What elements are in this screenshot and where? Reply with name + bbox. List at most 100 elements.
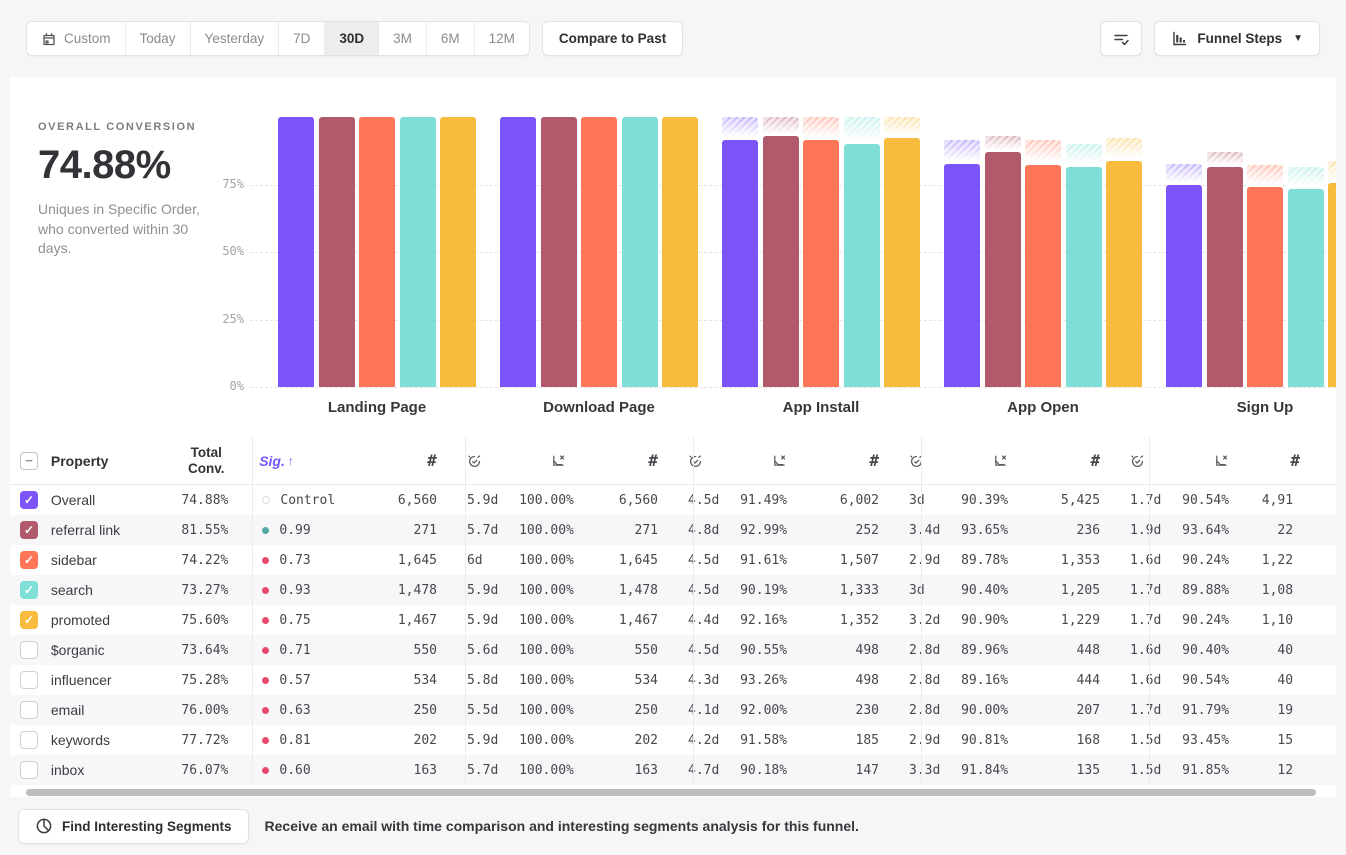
stopwatch-check-icon (688, 453, 703, 468)
compare-to-past-button[interactable]: Compare to Past (542, 21, 683, 56)
step-avg-time: 6d (451, 553, 519, 568)
step-count: 498 (819, 643, 893, 658)
date-range-6m[interactable]: 6M (427, 22, 475, 55)
step-avg-time: 5.7d (451, 763, 519, 778)
significance-dot (262, 737, 269, 744)
step-conversion-pct: 90.24% (1182, 553, 1261, 568)
calendar-icon (41, 31, 57, 47)
property-name: referral link (51, 522, 176, 538)
step-avg-time: 5.8d (451, 673, 519, 688)
select-all-checkbox[interactable]: − (20, 452, 38, 470)
column-divider (465, 437, 466, 785)
step-conversion-pct: 100.00% (519, 613, 598, 628)
list-check-icon (1112, 30, 1130, 48)
funnel-dropoff-cap (722, 117, 758, 140)
property-checkbox[interactable]: ✓ (20, 491, 38, 509)
query-options-button[interactable] (1100, 21, 1142, 56)
total-conversion-value: 73.27% (176, 583, 244, 598)
significance-dot (262, 527, 269, 534)
funnel-step-label: App Open (932, 399, 1154, 416)
footer-bar: Find Interesting Segments Receive an ema… (0, 797, 1346, 855)
date-range-label: 12M (489, 31, 515, 46)
property-checkbox[interactable]: ✓ (20, 551, 38, 569)
conversion-column-header (961, 453, 1040, 468)
sig-column-header[interactable]: Sig.↑ (244, 453, 370, 469)
significance-value: 0.71 (279, 643, 310, 658)
date-range-yesterday[interactable]: Yesterday (191, 22, 280, 55)
segments-circle-icon (35, 817, 53, 835)
funnel-bar-promoted (1106, 161, 1142, 387)
date-range-label: Yesterday (205, 31, 265, 46)
find-interesting-segments-button[interactable]: Find Interesting Segments (18, 809, 249, 844)
row-checkbox-cell: ✓ (10, 551, 51, 569)
bar-chart-icon (1171, 30, 1188, 47)
step-count: 185 (819, 733, 893, 748)
y-axis-tick: 25% (196, 312, 244, 326)
step-count: 207 (1040, 703, 1114, 718)
step-count: 5,425 (1040, 493, 1114, 508)
funnel-dropoff-cap (803, 117, 839, 140)
funnel-dropoff-cap (1106, 138, 1142, 161)
property-checkbox[interactable]: ✓ (20, 521, 38, 539)
date-range-today[interactable]: Today (126, 22, 191, 55)
significance-value: 0.73 (279, 553, 310, 568)
property-checkbox[interactable] (20, 701, 38, 719)
funnel-dropoff-cap (1328, 161, 1336, 183)
select-all-cell: − (10, 452, 51, 470)
step-count: 1,645 (598, 553, 672, 568)
funnel-dropoff-cap (884, 117, 920, 138)
significance-value: 0.75 (279, 613, 310, 628)
step-count: 271 (598, 523, 672, 538)
significance-dot (262, 617, 269, 624)
funnel-bar-sidebar (581, 117, 617, 387)
property-checkbox[interactable]: ✓ (20, 611, 38, 629)
date-range-30d[interactable]: 30D (325, 22, 379, 55)
date-range-label: 3M (393, 31, 412, 46)
step-avg-time: 2.9d (893, 553, 961, 568)
property-checkbox[interactable] (20, 731, 38, 749)
step-count: 1,478 (598, 583, 672, 598)
funnel-bar-referral-link (763, 136, 799, 387)
step-count: 250 (598, 703, 672, 718)
date-range-custom[interactable]: Custom (27, 22, 126, 55)
conversion-column-header (1182, 453, 1261, 468)
funnel-bar-Overall (722, 140, 758, 387)
table-row: email76.00%0.632505.5d100.00%2504.1d92.0… (10, 695, 1336, 725)
property-name: email (51, 702, 176, 718)
property-checkbox[interactable]: ✓ (20, 581, 38, 599)
funnel-dropoff-cap (1166, 164, 1202, 185)
step-count: 1,478 (370, 583, 451, 598)
stopwatch-check-icon (467, 453, 482, 468)
step-conversion-pct: 100.00% (519, 583, 598, 598)
funnel-steps-button[interactable]: Funnel Steps ▼ (1154, 21, 1320, 56)
total-conversion-value: 76.00% (176, 703, 244, 718)
significance-value: 0.60 (279, 763, 310, 778)
significance-cell: 0.99 (244, 523, 370, 538)
property-checkbox[interactable] (20, 641, 38, 659)
step-count: 1,507 (819, 553, 893, 568)
step-avg-time: 4.5d (672, 493, 740, 508)
gridline (250, 387, 1336, 388)
step-count: 40 (1261, 673, 1336, 688)
step-count: 1,467 (370, 613, 451, 628)
funnel-bar-search (1288, 189, 1324, 387)
property-checkbox[interactable] (20, 761, 38, 779)
property-checkbox[interactable] (20, 671, 38, 689)
step-conversion-pct: 100.00% (519, 523, 598, 538)
table-row: $organic73.64%0.715505.6d100.00%5504.5d9… (10, 635, 1336, 665)
step-avg-time: 4.5d (672, 583, 740, 598)
date-range-3m[interactable]: 3M (379, 22, 427, 55)
sort-ascending-icon: ↑ (288, 454, 294, 468)
date-range-12m[interactable]: 12M (475, 22, 529, 55)
step-conversion-pct: 91.84% (961, 763, 1040, 778)
step-avg-time: 4.1d (672, 703, 740, 718)
table-body: ✓Overall74.88%Control6,5605.9d100.00%6,5… (10, 485, 1336, 785)
date-range-7d[interactable]: 7D (279, 22, 325, 55)
step-count: 534 (598, 673, 672, 688)
table-row: keywords77.72%0.812025.9d100.00%2024.2d9… (10, 725, 1336, 755)
total-conv-column-header: TotalConv. (176, 445, 244, 476)
funnel-dropoff-cap (844, 117, 880, 143)
step-conversion-pct: 89.88% (1182, 583, 1261, 598)
step-count: 168 (1040, 733, 1114, 748)
horizontal-scrollbar[interactable] (26, 789, 1316, 796)
